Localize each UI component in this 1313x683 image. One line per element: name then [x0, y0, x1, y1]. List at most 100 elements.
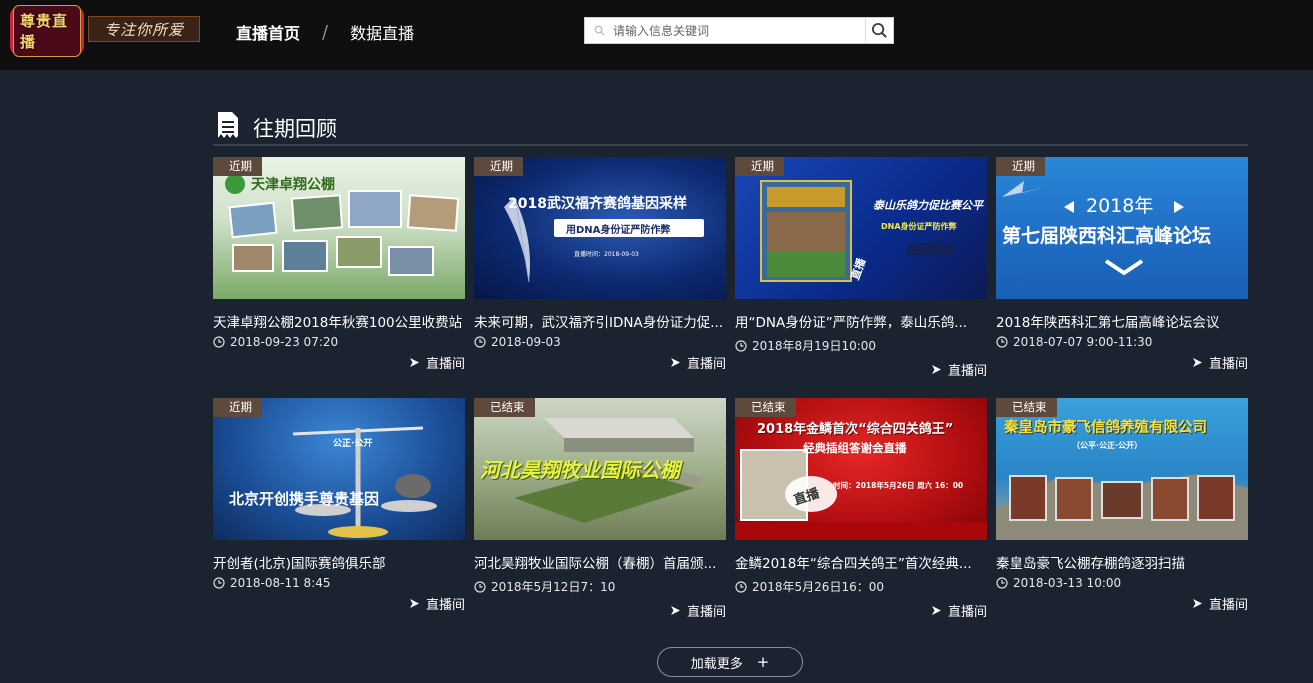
- thumbnail-title: 2018年金鳞首次“综合四关鸽王”: [757, 422, 954, 437]
- search-input[interactable]: [613, 18, 865, 43]
- live-room-label: 直播间: [1208, 598, 1248, 613]
- live-room-label: 直播间: [947, 605, 987, 620]
- document-icon: [218, 112, 238, 138]
- thumbnail-subtitle: 第七届陕西科汇高峰论坛: [1002, 225, 1212, 247]
- live-room-link[interactable]: 直播间: [735, 360, 987, 379]
- site-logo[interactable]: 尊贵直播: [10, 5, 84, 57]
- section-title: 往期回顾: [253, 117, 337, 141]
- arrow-right-icon: [670, 606, 680, 615]
- thumbnail-title: 河北昊翔牧业国际公棚: [480, 458, 680, 482]
- live-room-link[interactable]: 直播间: [996, 353, 1248, 372]
- live-room-link[interactable]: 直播间: [213, 353, 465, 372]
- search-box: [584, 17, 894, 44]
- card-thumbnail[interactable]: 近期 公正·公开 北京开创携手尊贵基因: [213, 398, 465, 540]
- card-thumbnail[interactable]: 近期 2018武汉福齐赛鸽基因采样 用DNA身份证严防作弊 直播时间：2018-…: [474, 157, 726, 299]
- card-date-text: 2018年8月19日10:00: [752, 339, 877, 353]
- arrow-right-icon: [931, 365, 941, 374]
- slogan-text: 专注你所爱: [103, 20, 184, 39]
- card-date-text: 2018-07-07 9:00-11:30: [1013, 335, 1153, 349]
- card-date: 2018-03-13 10:00: [996, 576, 1248, 590]
- thumbnail-time: 时间：2018年5月26日 周六 16：00: [833, 481, 964, 490]
- replay-card[interactable]: 已结束 2018年金鳞首次“综合四关鸽王” 经典插组答谢会直播 时间：2018年…: [735, 398, 987, 620]
- card-thumbnail[interactable]: 近期 2018年 第七届陕西科汇高峰论坛: [996, 157, 1248, 299]
- clock-icon: [213, 336, 225, 348]
- card-title[interactable]: 河北昊翔牧业国际公棚（春棚）首届颁...: [474, 552, 726, 572]
- thumbnail-subtitle: 公正·公开: [333, 439, 373, 449]
- card-thumbnail[interactable]: 近期 天津卓翔公棚: [213, 157, 465, 299]
- clock-icon: [474, 580, 486, 593]
- load-more-label: 加载更多: [690, 656, 743, 672]
- replay-card[interactable]: 近期 天津卓翔公棚 天津卓翔公棚2018年秋赛100公里收费站 2018-09-…: [213, 157, 465, 372]
- status-badge: 近期: [213, 398, 262, 417]
- card-date: 2018年8月19日10:00: [735, 337, 987, 354]
- thumbnail-title: 2018武汉福齐赛鸽基因采样: [508, 196, 687, 212]
- clock-icon: [735, 339, 747, 352]
- live-room-link[interactable]: 直播间: [213, 594, 465, 613]
- arrow-right-icon: [1192, 358, 1202, 367]
- live-room-link[interactable]: 直播间: [474, 353, 726, 372]
- card-thumbnail[interactable]: 近期 泰山乐鸽力促比赛公平 DNA身份证严防作弊 直播: [735, 157, 987, 299]
- thumbnail-title: 秦皇岛市豪飞信鸽养殖有限公司: [1004, 420, 1207, 436]
- status-badge: 已结束: [735, 398, 796, 417]
- card-title[interactable]: 2018年陕西科汇第七届高峰论坛会议: [996, 311, 1248, 331]
- card-date-text: 2018-03-13 10:00: [1013, 576, 1122, 590]
- arrow-right-icon: [1192, 599, 1202, 608]
- thumbnail-subtitle: DNA身份证严防作弊: [881, 222, 957, 231]
- live-room-link[interactable]: 直播间: [735, 601, 987, 620]
- top-bar: 尊贵直播 专注你所爱 直播首页 / 数据直播: [0, 0, 1313, 70]
- scale-graphic: [292, 426, 437, 538]
- status-badge: 已结束: [474, 398, 535, 417]
- slogan-banner: 专注你所爱: [88, 16, 200, 42]
- status-badge: 近期: [735, 157, 784, 176]
- plus-icon: +: [756, 653, 770, 671]
- card-date: 2018-09-03: [474, 335, 726, 349]
- status-badge: 近期: [213, 157, 262, 176]
- thumbnail-time: 直播时间：2018-09-03: [574, 251, 639, 258]
- card-title[interactable]: 天津卓翔公棚2018年秋赛100公里收费站: [213, 311, 465, 331]
- card-thumbnail[interactable]: 已结束 河北昊翔牧业国际公棚: [474, 398, 726, 540]
- live-room-label: 直播间: [947, 364, 987, 379]
- live-room-label: 直播间: [425, 598, 465, 613]
- clock-icon: [996, 577, 1008, 589]
- card-date: 2018-07-07 9:00-11:30: [996, 335, 1248, 349]
- card-title[interactable]: 开创者(北京)国际赛鸽俱乐部: [213, 552, 465, 572]
- replay-card[interactable]: 已结束 秦皇岛市豪飞信鸽养殖有限公司 （公平·公正·公开） 秦皇岛豪飞公棚存棚鸽…: [996, 398, 1248, 613]
- live-room-label: 直播间: [686, 605, 726, 620]
- nav-item-data-live[interactable]: 数据直播: [350, 20, 414, 44]
- card-title[interactable]: 用“DNA身份证”严防作弊，泰山乐鸽...: [735, 311, 987, 331]
- card-thumbnail[interactable]: 已结束 2018年金鳞首次“综合四关鸽王” 经典插组答谢会直播 时间：2018年…: [735, 398, 987, 540]
- main-nav: 直播首页 / 数据直播: [236, 20, 414, 44]
- card-date-text: 2018年5月26日16：00: [752, 580, 884, 594]
- card-date: 2018年5月12日7：10: [474, 578, 726, 595]
- search-button[interactable]: [865, 18, 893, 43]
- card-thumbnail[interactable]: 已结束 秦皇岛市豪飞信鸽养殖有限公司 （公平·公正·公开）: [996, 398, 1248, 540]
- load-more-button[interactable]: 加载更多 +: [657, 647, 803, 677]
- replay-card[interactable]: 近期 2018武汉福齐赛鸽基因采样 用DNA身份证严防作弊 直播时间：2018-…: [474, 157, 726, 372]
- section-header: 往期回顾: [213, 108, 1248, 146]
- live-room-label: 直播间: [686, 357, 726, 372]
- live-room-link[interactable]: 直播间: [996, 594, 1248, 613]
- replay-card[interactable]: 近期 2018年 第七届陕西科汇高峰论坛 2018年陕西科汇第七届高峰论坛会议 …: [996, 157, 1248, 372]
- live-room-label: 直播间: [425, 357, 465, 372]
- replay-card[interactable]: 近期 泰山乐鸽力促比赛公平 DNA身份证严防作弊 直播 用“DNA身份证”严防作…: [735, 157, 987, 379]
- thumbnail-subtitle: 经典插组答谢会直播: [803, 441, 907, 455]
- status-badge: 近期: [474, 157, 523, 176]
- card-date: 2018-09-23 07:20: [213, 335, 465, 349]
- arrow-right-icon: [409, 599, 419, 608]
- card-date-text: 2018-08-11 8:45: [230, 576, 331, 590]
- card-date: 2018-08-11 8:45: [213, 576, 465, 590]
- search-hint-icon: [585, 18, 613, 43]
- live-room-link[interactable]: 直播间: [474, 601, 726, 620]
- nav-item-live-home[interactable]: 直播首页: [236, 20, 300, 44]
- card-title[interactable]: 秦皇岛豪飞公棚存棚鸽逐羽扫描: [996, 552, 1248, 572]
- replay-card[interactable]: 近期 公正·公开 北京开创携手尊贵基因 开创者(北京)国际赛鸽俱乐部 2018-…: [213, 398, 465, 613]
- nav-separator: /: [322, 21, 329, 43]
- card-title[interactable]: 未来可期，武汉福齐引IDNA身份证力促...: [474, 311, 726, 331]
- logo-badge: 尊贵直播: [13, 5, 81, 57]
- thumbnail-title: 天津卓翔公棚: [251, 177, 335, 193]
- status-badge: 近期: [996, 157, 1045, 176]
- clock-icon: [735, 580, 747, 593]
- card-title[interactable]: 金鳞2018年“综合四关鸽王”首次经典...: [735, 552, 987, 572]
- clock-icon: [213, 577, 225, 589]
- replay-card[interactable]: 已结束 河北昊翔牧业国际公棚 河北昊翔牧业国际公棚（春棚）首届颁... 2018…: [474, 398, 726, 620]
